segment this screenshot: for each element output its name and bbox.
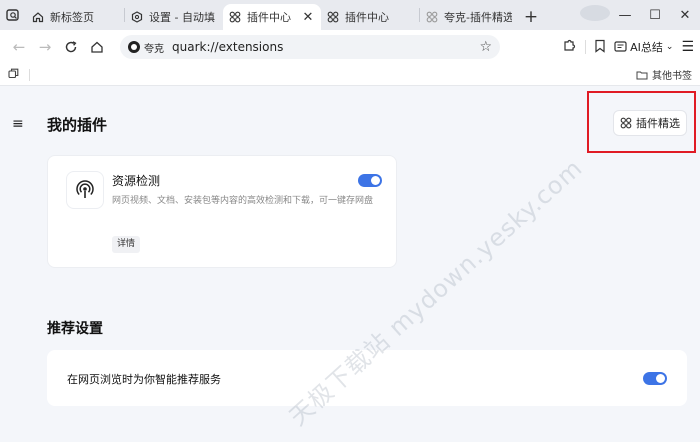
arrow-left-icon: ← <box>12 38 26 56</box>
extensions-icon <box>620 117 632 129</box>
new-tab-button[interactable]: + <box>518 4 544 30</box>
extension-details-button[interactable]: 详情 <box>112 236 141 253</box>
extensions-page: ≡ 我的插件 插件精选 资源检测 网页视频、文档、安装包等内容的高效检测和下载，… <box>0 86 700 442</box>
tab-title: 夸克-插件精选 <box>444 11 512 24</box>
tab-close-icon[interactable]: ✕ <box>301 10 315 25</box>
profile-button[interactable] <box>580 5 610 25</box>
toolbar: ← → 夸克 quark://extensions ☆ AI总结 ⌄ ☰ <box>0 30 700 64</box>
home-icon <box>32 12 44 23</box>
extensions-puzzle-button[interactable] <box>562 38 577 56</box>
tab-search-icon <box>6 9 19 21</box>
menu-button[interactable]: ☰ <box>681 39 694 55</box>
folder-icon <box>636 71 648 79</box>
bookmark-icon <box>595 39 605 53</box>
puzzle-icon <box>564 39 576 51</box>
recommend-section-title: 推荐设置 <box>47 321 103 337</box>
extensions-icon <box>229 11 241 23</box>
toolbar-divider <box>585 40 587 54</box>
window-controls: — ☐ ✕ <box>580 0 700 30</box>
other-bookmarks-folder[interactable]: 其他书签 <box>636 67 692 82</box>
extension-card: 资源检测 网页视频、文档、安装包等内容的高效检测和下载，可一键存网盘 详情 <box>47 155 397 268</box>
maximize-button[interactable]: ☐ <box>640 8 670 23</box>
extensions-icon <box>327 11 339 23</box>
bookmark-bar: 其他书签 <box>0 64 700 86</box>
other-bookmarks-label: 其他书签 <box>652 71 692 82</box>
bookmark-divider <box>29 68 30 81</box>
tab-quark-featured[interactable]: 夸克-插件精选 <box>420 4 518 30</box>
menu-lines-icon: ☰ <box>681 39 694 55</box>
minimize-button[interactable]: — <box>610 8 640 23</box>
page-title: 我的插件 <box>47 116 108 134</box>
tab-extensions-2[interactable]: 插件中心 <box>321 4 419 30</box>
ai-summary-icon <box>614 41 627 52</box>
recommend-toggle[interactable] <box>643 372 667 385</box>
tab-title: 新标签页 <box>50 11 94 24</box>
hamburger-icon: ≡ <box>12 116 24 132</box>
bookmark-manager-button[interactable] <box>594 39 606 56</box>
tab-title: 插件中心 <box>247 11 291 24</box>
home-icon <box>91 41 103 53</box>
extension-name: 资源检测 <box>112 174 161 188</box>
tab-title: 插件中心 <box>345 11 389 24</box>
extension-icon-box <box>66 171 104 209</box>
home-button[interactable] <box>84 34 110 60</box>
copy-tabs-icon <box>8 68 19 78</box>
plus-icon: + <box>523 7 539 27</box>
sidebar-menu-button[interactable]: ≡ <box>12 116 24 132</box>
address-bar[interactable]: 夸克 quark://extensions ☆ <box>120 35 500 59</box>
site-chip[interactable]: 夸克 <box>128 40 164 55</box>
extension-description: 网页视频、文档、安装包等内容的高效检测和下载，可一键存网盘 <box>112 196 374 206</box>
tab-title: 设置 - 自动填 <box>149 11 215 24</box>
avatar <box>580 5 610 21</box>
toolbar-right: AI总结 ⌄ ☰ <box>562 38 694 56</box>
reload-icon <box>65 41 77 53</box>
extensions-icon <box>426 11 438 23</box>
forward-button[interactable]: → <box>32 34 58 60</box>
tab-new-tab[interactable]: 新标签页 <box>26 4 124 30</box>
url-text[interactable]: quark://extensions <box>172 40 471 54</box>
reload-button[interactable] <box>58 34 84 60</box>
tab-strip: 新标签页 设置 - 自动填 插件中心 ✕ 插件中心 夸克-插件精选 + — ☐ … <box>0 0 700 30</box>
tab-extensions-active[interactable]: 插件中心 ✕ <box>223 4 321 30</box>
tab-settings[interactable]: 设置 - 自动填 <box>125 4 223 30</box>
settings-hex-icon <box>131 11 143 23</box>
tab-search-button[interactable] <box>0 0 26 30</box>
arrow-right-icon: → <box>38 38 52 56</box>
quark-logo-icon <box>128 41 140 53</box>
recommend-setting-label: 在网页浏览时为你智能推荐服务 <box>67 373 221 386</box>
ai-summary-button[interactable]: AI总结 ⌄ <box>614 39 673 55</box>
featured-extensions-label: 插件精选 <box>636 117 680 130</box>
back-button[interactable]: ← <box>6 34 32 60</box>
close-window-button[interactable]: ✕ <box>670 8 700 23</box>
ai-summary-label: AI总结 <box>630 41 663 54</box>
bookmark-star-icon[interactable]: ☆ <box>479 39 492 55</box>
extension-enable-toggle[interactable] <box>358 174 382 187</box>
site-chip-label: 夸克 <box>144 43 164 55</box>
broadcast-icon <box>76 180 94 198</box>
tab-view-button[interactable] <box>8 68 19 82</box>
chevron-down-icon: ⌄ <box>665 42 674 52</box>
featured-extensions-button[interactable]: 插件精选 <box>613 110 687 136</box>
